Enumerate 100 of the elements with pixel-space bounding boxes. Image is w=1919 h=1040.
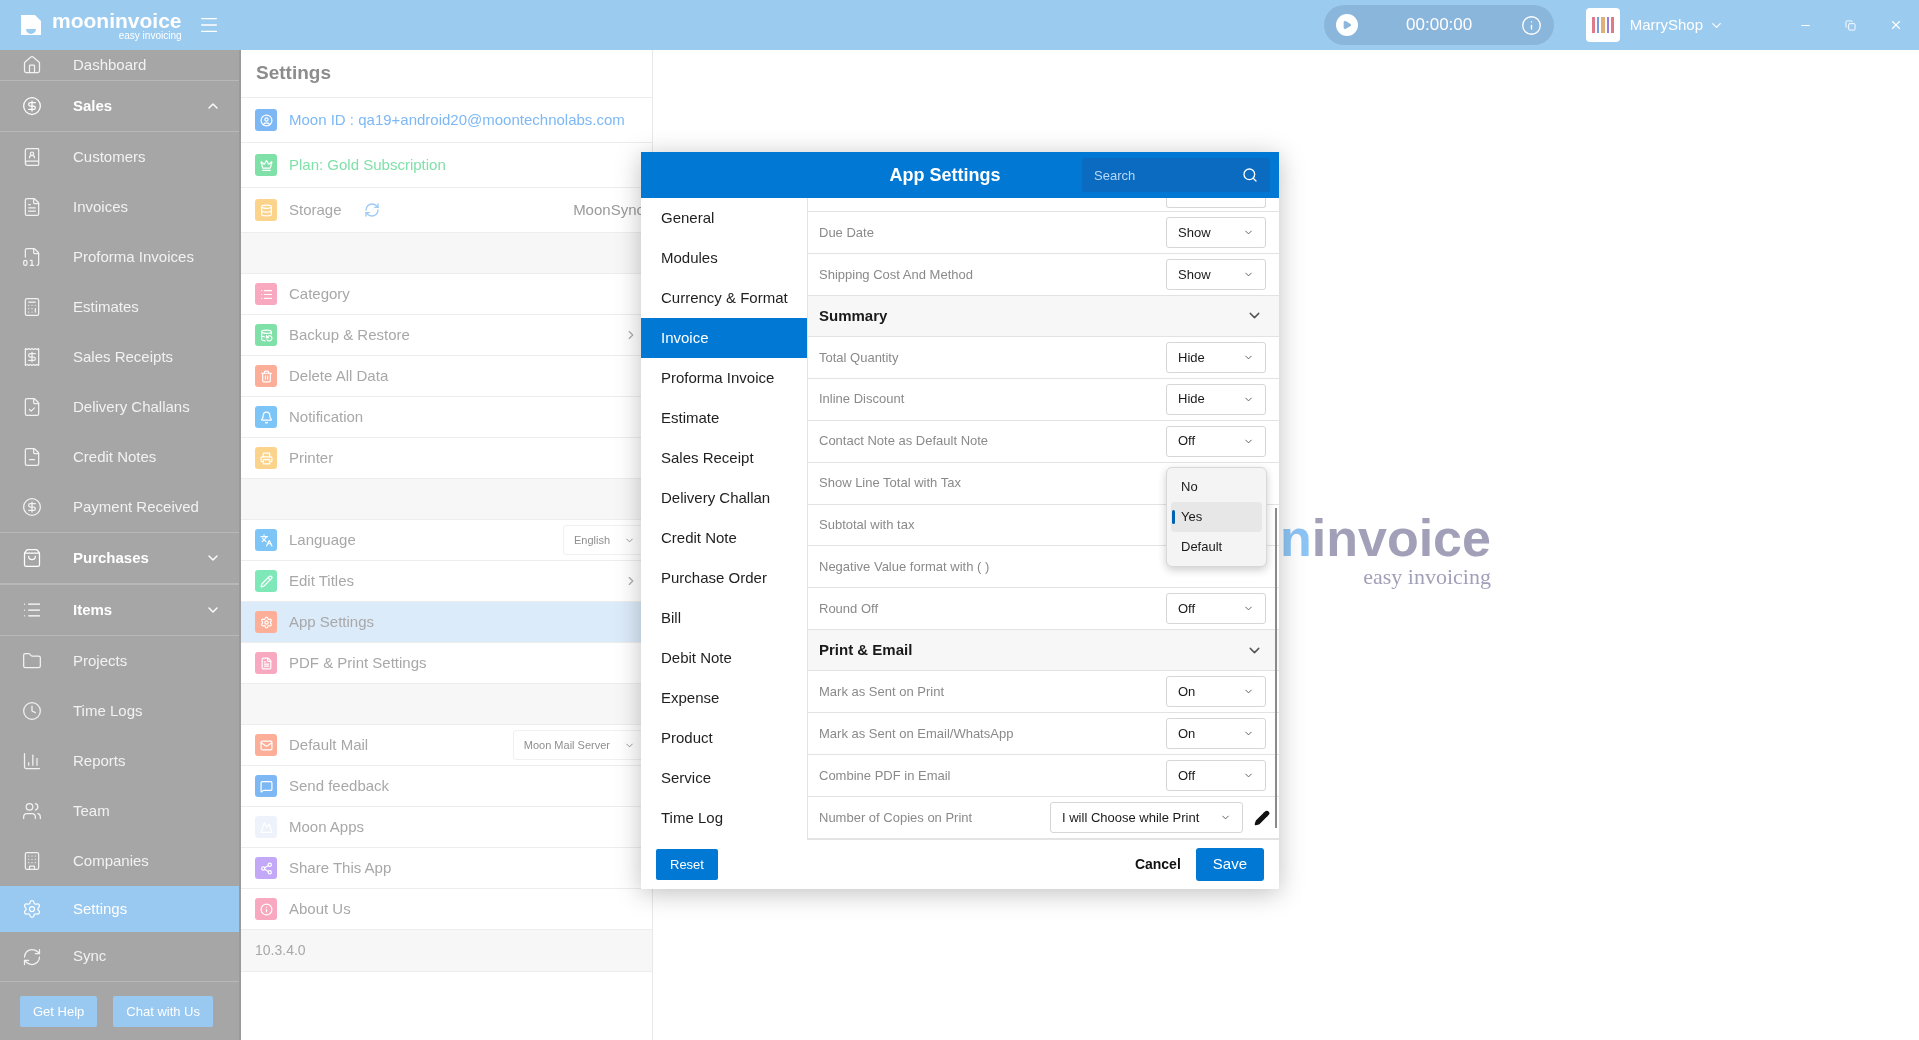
panel-title: Settings (256, 61, 331, 86)
dialog-title: App Settings (888, 163, 1002, 187)
setting-label: Combine PDF in Email (819, 766, 951, 785)
row-label: Default Mail (289, 734, 369, 755)
sidebar-section[interactable]: Purchases (0, 532, 239, 584)
background-logo: ninvoice (1280, 512, 1491, 564)
row-label: Delete All Data (289, 365, 389, 386)
sidebar-item[interactable]: Invoices (0, 182, 239, 232)
sidebar-section[interactable]: Sales (0, 80, 239, 132)
sidebar-item[interactable]: Dashboard (0, 50, 239, 80)
setting-label: Contact Note as Default Note (819, 432, 989, 451)
logo-icon (18, 12, 44, 38)
setting-label: Round Off (819, 600, 879, 619)
help-button[interactable]: Get Help (20, 996, 98, 1027)
sidebar-item[interactable]: Settings (0, 886, 239, 932)
row-label: Moon ID : qa19+android20@moontechnolabs.com (289, 109, 625, 130)
dollar-icon (22, 497, 42, 517)
house-icon (22, 55, 42, 75)
building-icon (22, 851, 42, 871)
document-icon (22, 247, 42, 267)
dropdown-field[interactable]: Hide (1166, 383, 1266, 415)
dropdown-field[interactable]: On (1166, 676, 1266, 708)
setting-label: Negative Value format with ( ) (819, 558, 990, 577)
background-tagline: easy invoicing (1363, 566, 1491, 588)
dropdown-field[interactable]: I will Choose while Print (1050, 802, 1243, 834)
row-label: About Us (289, 898, 351, 919)
row-label: Notification (289, 406, 364, 427)
row-label: Send feedback (289, 775, 390, 796)
dropdown-field[interactable]: Off (1166, 593, 1266, 625)
setting-label: Mark as Sent on Email/WhatsApp (819, 724, 1014, 743)
receipt-icon (22, 347, 42, 367)
dropdown-field[interactable]: Show (1166, 258, 1266, 290)
sidebar-item[interactable]: Time Logs (0, 686, 239, 736)
close-icon[interactable] (1889, 18, 1903, 32)
account-avatar[interactable] (1585, 8, 1620, 42)
category-tab[interactable]: Delivery Challan (641, 478, 807, 518)
setting-label: Shipping Cost And Method (819, 265, 973, 284)
save-button[interactable]: Save (1195, 848, 1264, 881)
row-label: Language (289, 529, 356, 550)
dropdown-field[interactable] (1166, 198, 1266, 208)
sidebar-item[interactable]: Delivery Challans (0, 382, 239, 432)
settings-row[interactable]: Moon ID : qa19+android20@moontechnolabs.com (241, 98, 652, 143)
sync-icon (22, 946, 42, 967)
bar-chart-icon (22, 751, 42, 771)
dropdown-field[interactable]: Hide (1166, 341, 1266, 373)
search-field[interactable]: Search (1082, 158, 1270, 192)
category-tab[interactable]: Invoice (641, 318, 807, 358)
dropdown-field[interactable]: Off (1166, 425, 1266, 457)
section-header[interactable]: Summary (808, 295, 1279, 337)
menu-option[interactable]: Yes (1171, 501, 1262, 532)
sidebar-item[interactable]: Sync (0, 932, 239, 982)
setting-label: Number of Copies on Print (819, 808, 973, 827)
sidebar-item[interactable]: Credit Notes (0, 432, 239, 482)
row-label: Backup & Restore (289, 324, 410, 345)
dropdown-field[interactable]: On (1166, 718, 1266, 750)
row-label: Storage (289, 199, 342, 220)
brand-name: mooninvoice (52, 9, 182, 31)
calculator-icon (22, 297, 42, 317)
search-icon (1242, 167, 1258, 183)
sidebar-item[interactable]: Proforma Invoices (0, 232, 239, 282)
clock-icon (22, 701, 42, 721)
pencil-icon[interactable] (1254, 809, 1270, 826)
play-button[interactable] (1335, 14, 1358, 36)
contact-book-icon (22, 147, 42, 167)
sidebar-item[interactable]: Estimates (0, 282, 239, 332)
timer-text: 00:00:00 (1405, 14, 1474, 37)
reset-button[interactable]: Reset (656, 849, 718, 880)
dropdown-field[interactable]: Show (1166, 216, 1266, 248)
sidebar-item[interactable]: Reports (0, 736, 239, 786)
row-label: Printer (289, 447, 334, 468)
cancel-button[interactable]: Cancel (1126, 849, 1189, 880)
help-button[interactable]: Chat with Us (113, 996, 213, 1027)
setting-label: Show Line Total with Tax (819, 474, 961, 493)
users-icon (22, 801, 42, 821)
sidebar-item[interactable]: Companies (0, 836, 239, 886)
version-text: 10.3.4.0 (255, 941, 306, 960)
row-label: Category (289, 283, 350, 304)
play-icon (1341, 20, 1352, 30)
restore-icon[interactable] (1845, 19, 1856, 31)
setting-label: Inline Discount (819, 390, 905, 409)
sidebar-item[interactable]: Team (0, 786, 239, 836)
row-label: Share This App (289, 857, 392, 878)
menu-option[interactable]: Default (1171, 531, 1262, 562)
info-icon[interactable] (1520, 14, 1542, 36)
document-icon (22, 447, 42, 467)
sidebar-item[interactable]: Projects (0, 636, 239, 686)
row-label: Plan: Gold Subscription (289, 154, 446, 175)
settings-icon (22, 899, 42, 919)
sync-icon[interactable] (363, 202, 380, 218)
section-header[interactable]: Print & Email (808, 630, 1279, 672)
sidebar-item[interactable]: Customers (0, 132, 239, 182)
sidebar-item[interactable]: Sales Receipts (0, 332, 239, 382)
brand-tagline: easy invoicing (118, 30, 182, 41)
account-name[interactable]: MarryShop (1629, 13, 1703, 37)
menu-option[interactable]: No (1171, 471, 1262, 502)
setting-label: Due Date (819, 223, 874, 242)
row-label: Moon Apps (289, 816, 365, 837)
sidebar-item[interactable]: Payment Received (0, 482, 239, 532)
sidebar-section[interactable]: Items (0, 584, 239, 636)
dropdown-field[interactable]: Off (1166, 760, 1266, 792)
